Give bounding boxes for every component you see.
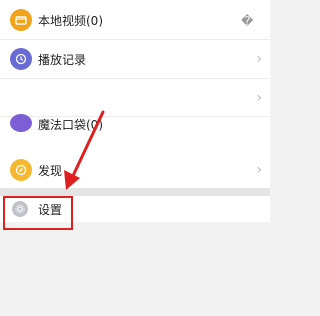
annotation-arrow <box>64 110 105 190</box>
